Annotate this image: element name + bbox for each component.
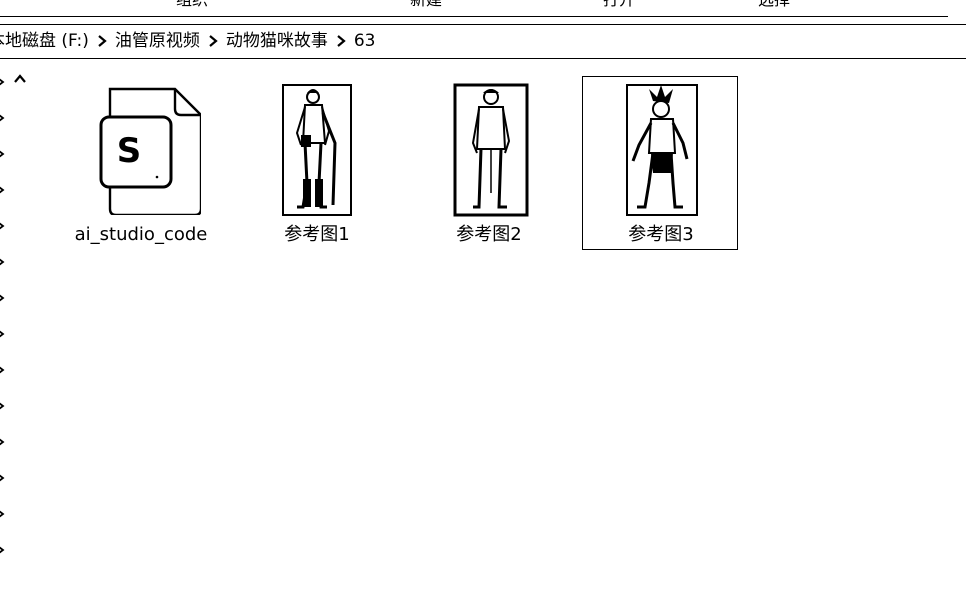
file-name: ai_studio_code [74,224,208,245]
file-name: 参考图2 [456,224,522,245]
image-thumbnail [583,83,739,219]
image-thumbnail [411,83,567,219]
chevron-right-icon[interactable] [0,258,6,266]
toolbar-open[interactable]: 打开 [603,0,635,10]
chevron-right-icon[interactable] [0,366,6,374]
address-bar[interactable]: 本地磁盘 (F:) 油管原视频 动物猫咪故事 63 [0,24,966,59]
chevron-right-icon[interactable] [0,438,6,446]
collapse-up-icon[interactable] [13,74,27,84]
chevron-right-icon[interactable] [0,78,6,86]
chevron-right-icon[interactable] [0,186,6,194]
code-file-icon: S [63,83,219,219]
file-item[interactable]: S ai_studio_code [62,76,218,250]
toolbar-divider [0,16,948,17]
breadcrumb: 本地磁盘 (F:) 油管原视频 动物猫咪故事 63 [0,30,380,52]
chevron-right-icon[interactable] [332,30,350,52]
breadcrumb-drive[interactable]: 本地磁盘 (F:) [0,30,93,52]
chevron-right-icon[interactable] [0,114,6,122]
chevron-right-icon[interactable] [93,30,111,52]
command-toolbar: 组织 新建 打开 选择 [0,0,966,20]
navigation-pane [0,66,40,586]
chevron-right-icon[interactable] [0,330,6,338]
chevron-right-icon[interactable] [0,294,6,302]
chevron-right-icon[interactable] [0,402,6,410]
chevron-right-icon[interactable] [0,546,6,554]
breadcrumb-folder-2[interactable]: 动物猫咪故事 [222,30,332,52]
chevron-right-icon[interactable] [0,222,6,230]
file-name: 参考图1 [284,224,350,245]
code-file-letter: S [117,131,142,171]
file-item-selected[interactable]: 参考图3 [582,76,738,250]
image-thumbnail [239,83,395,219]
breadcrumb-current[interactable]: 63 [350,30,380,52]
chevron-right-icon[interactable] [0,150,6,158]
chevron-right-icon[interactable] [0,474,6,482]
chevron-right-icon[interactable] [0,510,6,518]
chevron-right-icon[interactable] [204,30,222,52]
file-name: 参考图3 [628,224,694,245]
breadcrumb-folder-1[interactable]: 油管原视频 [111,30,204,52]
file-item[interactable]: 参考图2 [410,76,566,250]
file-item[interactable]: 参考图1 [238,76,394,250]
toolbar-select[interactable]: 选择 [758,0,790,10]
toolbar-new[interactable]: 新建 [410,0,442,10]
toolbar-organize[interactable]: 组织 [176,0,208,10]
